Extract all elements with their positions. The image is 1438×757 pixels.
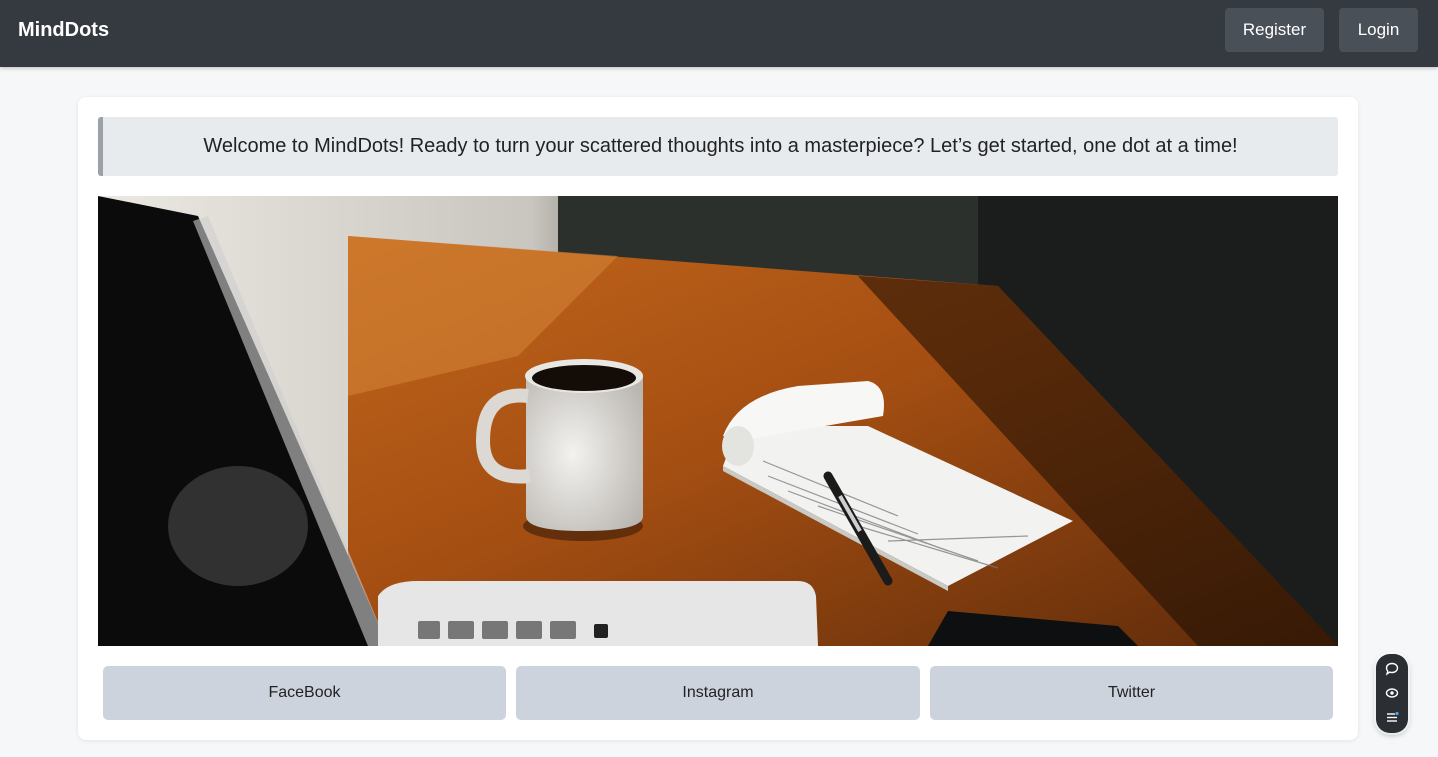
login-button[interactable]: Login: [1339, 8, 1418, 52]
eye-icon[interactable]: [1384, 685, 1400, 701]
twitter-button[interactable]: Twitter: [930, 666, 1333, 720]
list-icon[interactable]: [1384, 709, 1400, 725]
top-navbar: MindDots Register Login: [0, 0, 1438, 67]
register-button[interactable]: Register: [1225, 8, 1324, 52]
floating-toolbar: [1376, 654, 1408, 733]
main-card: Welcome to MindDots! Ready to turn your …: [78, 97, 1358, 740]
hero-image: [98, 196, 1338, 646]
facebook-button[interactable]: FaceBook: [103, 666, 506, 720]
brand-logo[interactable]: MindDots: [18, 18, 109, 42]
welcome-banner: Welcome to MindDots! Ready to turn your …: [98, 117, 1338, 176]
chat-icon[interactable]: [1384, 661, 1400, 677]
instagram-button[interactable]: Instagram: [516, 666, 920, 720]
